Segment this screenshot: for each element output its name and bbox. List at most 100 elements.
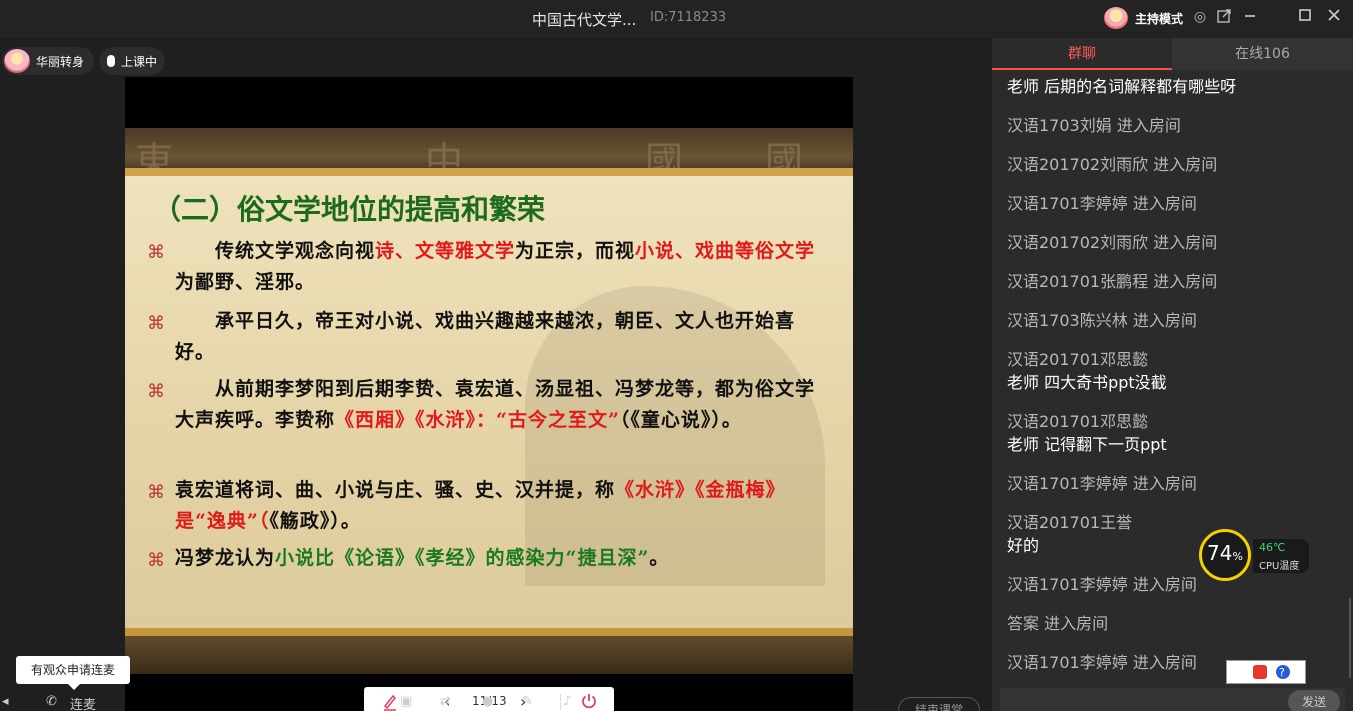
chat-message: 汉语1701李婷婷 进入房间 <box>1007 190 1197 214</box>
close-icon[interactable] <box>1325 8 1343 26</box>
music-icon[interactable]: ♪ <box>563 694 571 709</box>
chat-sender: 汉语201702刘雨欣 <box>1007 155 1149 174</box>
connect-label[interactable]: 连麦 <box>70 694 96 711</box>
speaker-icon[interactable]: ◂ <box>2 694 9 709</box>
chat-sender: 汉语1701李婷婷 <box>1007 575 1128 594</box>
ime-toolbar[interactable]: ? <box>1226 660 1306 684</box>
active-tab-indicator <box>992 68 1172 70</box>
classroom-stage: 東 中 國 國 （二）俗文学地位的提高和繁荣 ⌘ 传统文学观念向视诗、文等雅文学… <box>0 38 992 711</box>
host-mode-label[interactable]: 主持模式 <box>1135 10 1183 27</box>
popout-icon[interactable] <box>1215 8 1233 26</box>
chat-tabs: 群聊 在线106 <box>992 38 1353 70</box>
chat-message: 老师 后期的名词解释都有哪些呀 <box>1007 77 1237 96</box>
host-avatar[interactable] <box>1104 7 1128 29</box>
chat-text: 进入房间 <box>1132 653 1197 672</box>
end-class-button[interactable]: 结束课堂 <box>898 697 980 711</box>
cpu-usage-number: 74 <box>1207 541 1233 565</box>
chat-message: 答案 进入房间 <box>1007 610 1108 634</box>
chat-reply: 老师 四大奇书ppt没截 <box>1007 373 1167 392</box>
text-run: 传统文学观念向视 <box>175 240 376 262</box>
chat-sender: 汉语1701李婷婷 <box>1007 653 1128 672</box>
target-icon[interactable]: ◎ <box>1191 8 1209 26</box>
text-run: 为正宗，而视 <box>515 240 636 262</box>
chat-sender: 汉语1703刘娟 <box>1007 116 1112 135</box>
chat-text: 进入房间 <box>1116 116 1181 135</box>
chat-text: 进入房间 <box>1132 311 1197 330</box>
chat-message: 汉语201702刘雨欣 进入房间 <box>1007 151 1217 175</box>
bullet-icon: ⌘ <box>147 242 165 263</box>
slide-paragraph-1: 传统文学观念向视诗、文等雅文学为正宗，而视小说、戏曲等俗文学为鄙野、淫邪。 <box>175 236 825 298</box>
tooltip-arrow <box>68 684 80 690</box>
edit-icon[interactable]: ✎ <box>522 694 533 709</box>
chat-text: 进入房间 <box>1153 155 1218 174</box>
chat-text: 进入房间 <box>1153 233 1218 252</box>
text-run-red: 诗、文等雅文学 <box>375 240 516 262</box>
cpu-temp-label: CPU温度 <box>1259 561 1300 572</box>
cpu-info-box: 46℃ CPU温度 <box>1253 539 1309 573</box>
svg-text:?: ? <box>1279 666 1285 679</box>
chat-sender: 答案 <box>1007 614 1040 633</box>
chat-scrollbar[interactable] <box>1349 598 1351 678</box>
slide-paragraph-2: 承平日久，帝王对小说、戏曲兴趣越来越浓，朝臣、文人也开始喜好。 <box>175 306 825 368</box>
cpu-usage-unit: % <box>1232 550 1243 563</box>
chat-message: 汉语1701李婷婷 进入房间 <box>1007 571 1197 595</box>
chat-sender: 汉语201702刘雨欣 <box>1007 233 1149 252</box>
text-run: 袁宏道将词、曲、小说与庄、骚、史、汉并提，称 <box>175 479 616 501</box>
chat-message: 汉语201701张鹏程 进入房间 <box>1007 268 1217 292</box>
presenter-avatar <box>4 49 30 73</box>
chat-panel: 群聊 在线106 老师 后期的名词解释都有哪些呀 汉语1703刘娟 进入房间 汉… <box>992 38 1353 711</box>
camera-off-icon[interactable]: ▣ <box>400 694 412 709</box>
chat-text: 进入房间 <box>1153 272 1218 291</box>
chat-sender: 汉语1701李婷婷 <box>1007 194 1128 213</box>
slide-heading: （二）俗文学地位的提高和繁荣 <box>153 193 546 226</box>
chat-text: 进入房间 <box>1044 614 1109 633</box>
bullet-icon: ⌘ <box>147 482 165 503</box>
bullet-icon: ⌘ <box>147 550 165 571</box>
class-status-label: 上课中 <box>121 54 158 69</box>
send-button[interactable]: 发送 <box>1288 690 1340 711</box>
chat-message: 汉语201702刘雨欣 进入房间 <box>1007 229 1217 253</box>
presenter-name: 华丽转身 <box>36 54 85 69</box>
chat-message: 汉语1701李婷婷 进入房间 <box>1007 649 1197 673</box>
slide-paragraph-3: 从前期李梦阳到后期李贽、袁宏道、汤显祖、冯梦龙等，都为俗文学大声疾呼。李贽称《西… <box>175 374 825 436</box>
bullet-icon: ⌘ <box>147 313 165 334</box>
tab-online-users[interactable]: 在线106 <box>1172 38 1353 70</box>
cpu-monitor-widget[interactable]: 74% 46℃ CPU温度 <box>1199 529 1315 581</box>
mic-icon <box>107 55 115 67</box>
slide-bottom-band <box>125 628 853 636</box>
cpu-temperature: 46℃ <box>1259 541 1286 554</box>
connect-request-tooltip[interactable]: 有观众申请连麦 <box>16 656 130 684</box>
title-bar: 中国古代文学... ID:7118233 主持模式 ◎ <box>0 0 1353 38</box>
text-run: （《童心说》）。 <box>619 409 742 431</box>
chat-text: 进入房间 <box>1132 474 1197 493</box>
maximize-icon[interactable] <box>1296 8 1314 26</box>
slide-paragraph-5: 冯梦龙认为小说比《论语》《孝经》的感染力“捷且深”。 <box>175 543 825 574</box>
text-run: 冯梦龙认为 <box>175 547 276 569</box>
chat-message: 汉语1701李婷婷 进入房间 <box>1007 470 1197 494</box>
chat-text: 进入房间 <box>1132 194 1197 213</box>
chat-sender: 汉语201701王誉 <box>1007 513 1133 532</box>
chat-sender: 汉语201701邓思懿 <box>1007 412 1149 431</box>
presenter-badge[interactable]: 华丽转身 <box>2 47 95 75</box>
minimize-icon[interactable] <box>1241 8 1259 26</box>
mic-icon[interactable]: ● <box>482 694 493 709</box>
bottom-toolbar: ◂ ✆ 连麦 ▣ ⇄ ● ✎ ♪ <box>0 691 992 711</box>
window-title: 中国古代文学... <box>532 11 637 29</box>
cpu-usage-value: 74% <box>1199 541 1251 565</box>
class-status-badge: 上课中 <box>99 47 166 75</box>
chat-sender: 汉语1703陈兴林 <box>1007 311 1128 330</box>
text-run-red: 小说、戏曲等俗文学 <box>635 240 816 262</box>
chat-sender: 汉语1701李婷婷 <box>1007 474 1128 493</box>
phone-icon[interactable]: ✆ <box>46 694 57 709</box>
chat-reply: 好的 <box>1007 536 1040 555</box>
text-run: 《觞政》）。 <box>269 510 361 532</box>
chat-sender: 汉语201701张鹏程 <box>1007 272 1149 291</box>
text-run: 。 <box>649 547 670 569</box>
tab-group-chat[interactable]: 群聊 <box>992 38 1172 70</box>
share-icon[interactable]: ⇄ <box>440 694 451 709</box>
app-window: 中国古代文学... ID:7118233 主持模式 ◎ 東 中 國 國 （二）俗… <box>0 0 1353 711</box>
chat-sender: 汉语201701邓思懿 <box>1007 350 1149 369</box>
slide-band <box>125 168 853 176</box>
chat-reply: 老师 记得翻下一页ppt <box>1007 435 1167 454</box>
chat-message: 汉语1703刘娟 进入房间 <box>1007 112 1181 136</box>
